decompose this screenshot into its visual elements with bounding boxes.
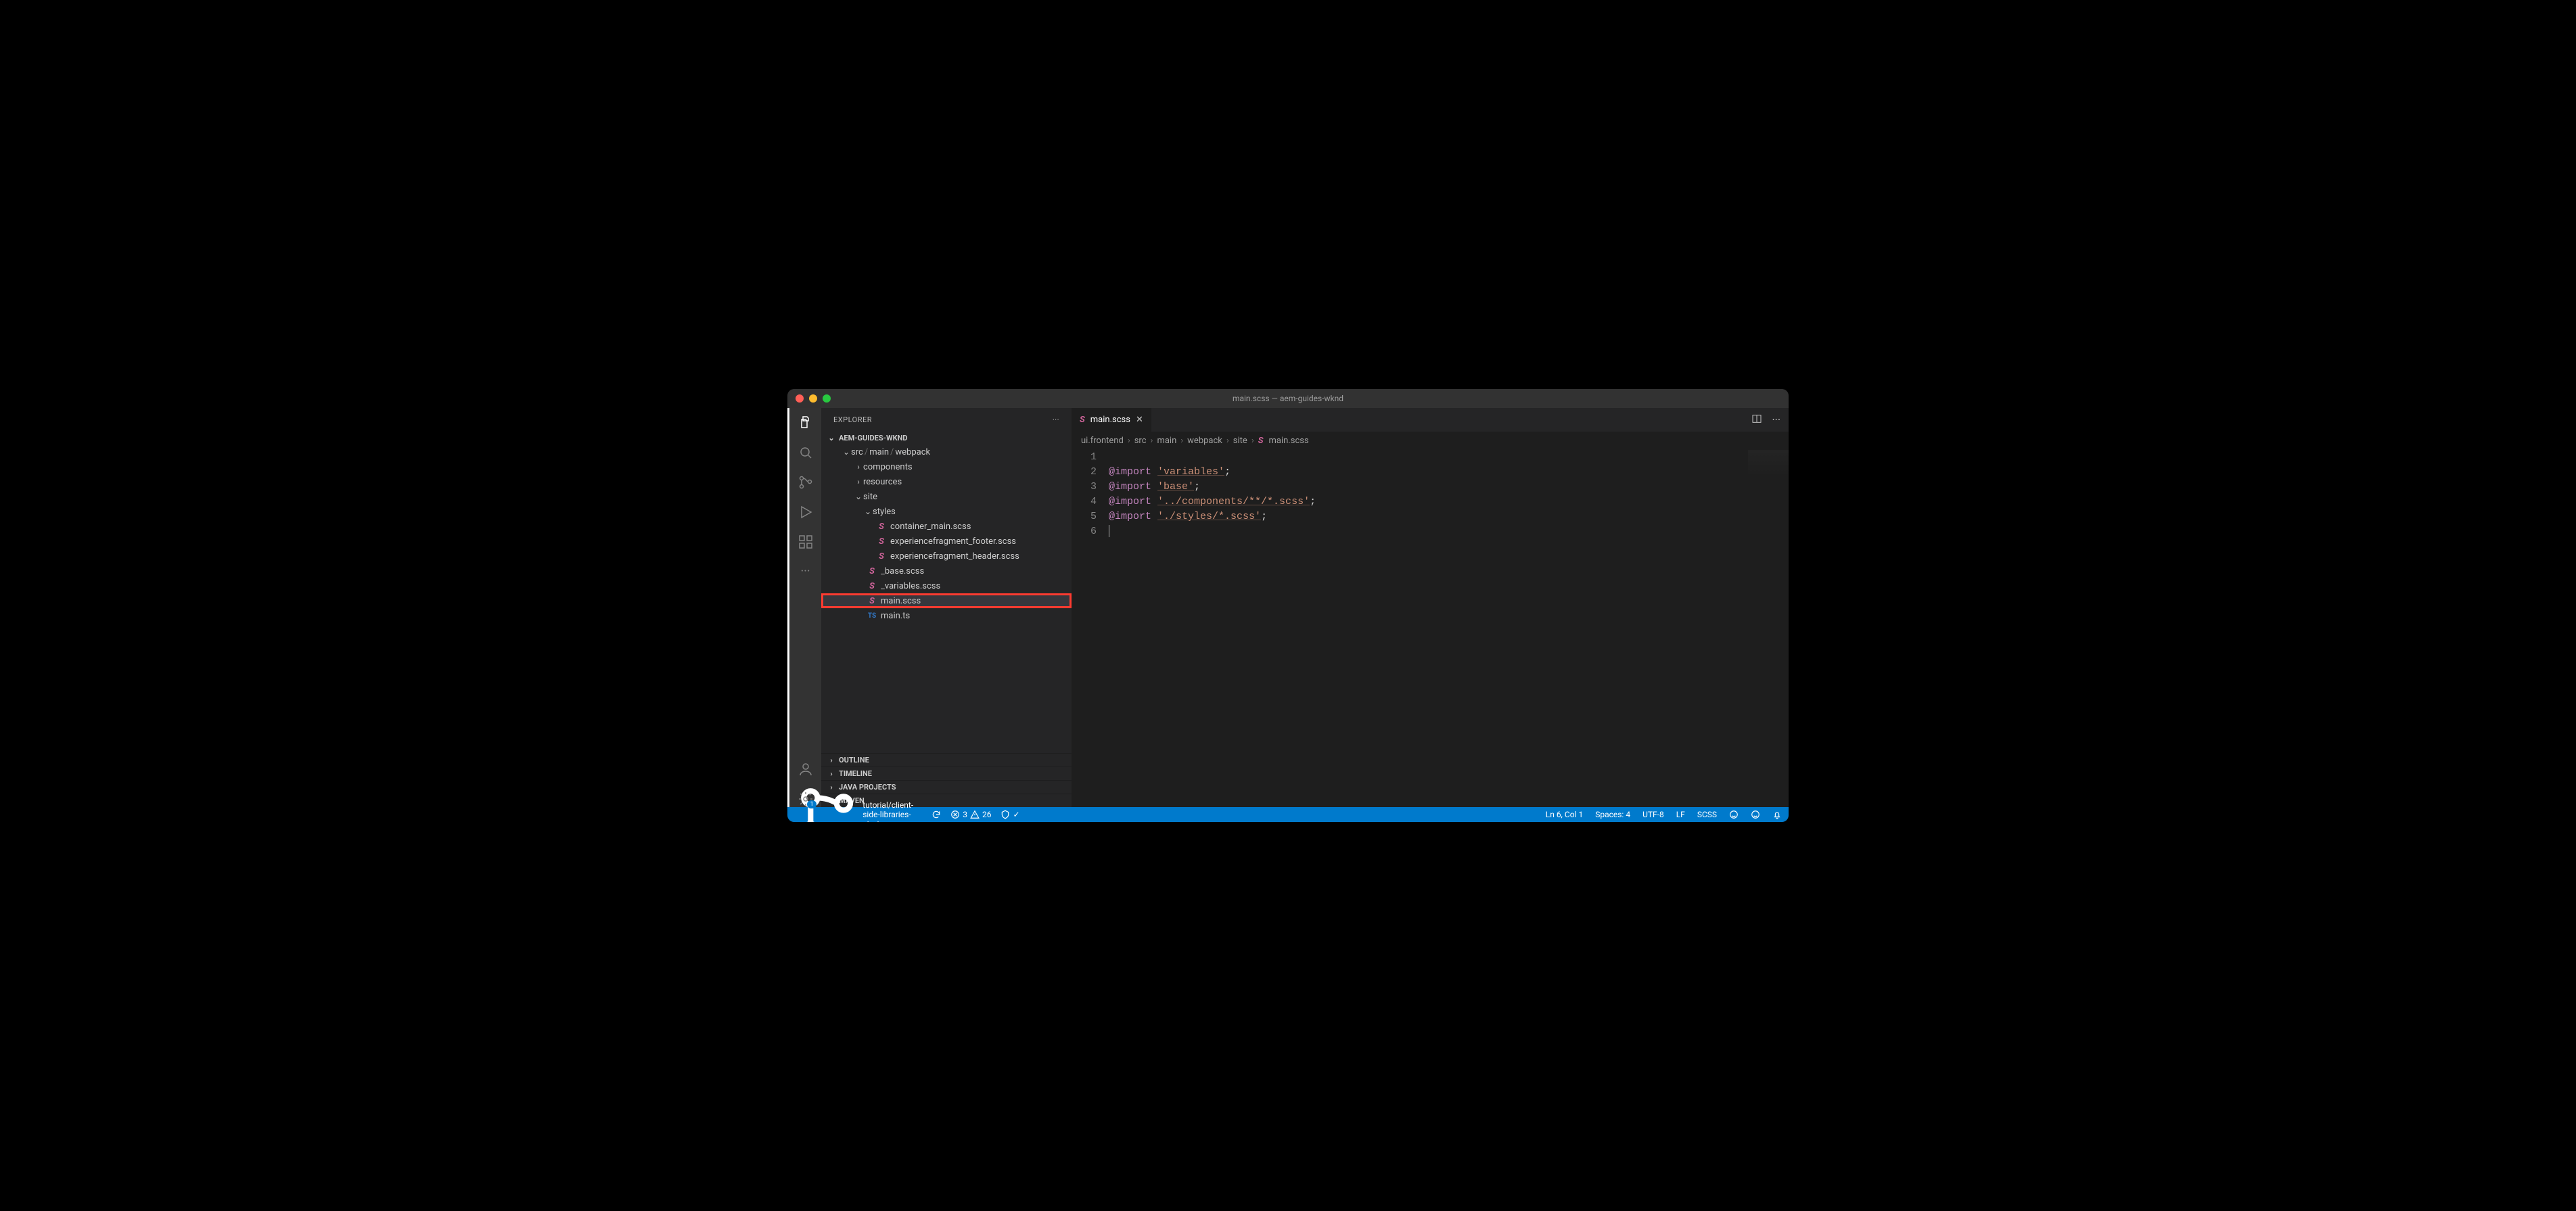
close-tab-icon[interactable]: ✕	[1136, 415, 1143, 425]
timeline-section[interactable]: ›TIMELINE	[821, 767, 1072, 780]
titlebar[interactable]: main.scss — aem-guides-wknd	[787, 389, 1789, 408]
outline-section[interactable]: ›OUTLINE	[821, 753, 1072, 767]
chevron-right-icon: ›	[854, 477, 863, 486]
scss-file-icon: S	[875, 522, 888, 532]
more-icon[interactable]: ···	[798, 564, 814, 580]
editor-tabs: S main.scss ✕ ···	[1072, 408, 1789, 432]
scss-file-icon: S	[866, 596, 878, 606]
eol-status[interactable]: LF	[1676, 810, 1685, 819]
code-editor[interactable]: 1 2 3 4 5 6 @import 'variables'; @import…	[1072, 450, 1789, 807]
project-name: AEM-GUIDES-WKND	[839, 434, 907, 442]
vscode-window: main.scss — aem-guides-wknd ···	[787, 389, 1789, 822]
project-section-header[interactable]: ⌄ AEM-GUIDES-WKND	[821, 432, 1072, 444]
status-bar: tutorial/client-side-libraries-start 3 2…	[787, 807, 1789, 822]
run-debug-icon[interactable]	[798, 504, 814, 520]
scss-file-icon: S	[866, 581, 878, 591]
tree-folder-components[interactable]: ›components	[821, 459, 1072, 474]
minimap[interactable]	[1748, 450, 1789, 477]
tree-file-expfrag-footer[interactable]: Sexperiencefragment_footer.scss	[821, 534, 1072, 549]
indentation-status[interactable]: Spaces: 4	[1595, 810, 1630, 819]
tab-label: main.scss	[1090, 415, 1130, 425]
scss-file-icon: S	[866, 566, 878, 576]
file-tree: ⌄ src/ main/ webpack ›components ›resour…	[821, 444, 1072, 753]
chevron-right-icon: ›	[827, 769, 836, 778]
scss-file-icon: S	[1258, 436, 1264, 446]
split-editor-icon[interactable]	[1751, 413, 1762, 427]
tree-file-expfrag-header[interactable]: Sexperiencefragment_header.scss	[821, 549, 1072, 564]
chevron-down-icon: ⌄	[863, 507, 873, 516]
tree-file-main-scss[interactable]: Smain.scss	[821, 593, 1072, 608]
code-content[interactable]: @import 'variables'; @import 'base'; @im…	[1109, 450, 1789, 807]
problems-status[interactable]: 3 26	[950, 810, 991, 819]
chevron-right-icon: ›	[854, 462, 863, 472]
editor-more-icon[interactable]: ···	[1772, 413, 1780, 426]
tree-folder-src-main-webpack[interactable]: ⌄ src/ main/ webpack	[821, 444, 1072, 459]
extensions-icon[interactable]	[798, 534, 814, 550]
notifications-bell-icon[interactable]	[1772, 810, 1782, 819]
window-title: main.scss — aem-guides-wknd	[787, 394, 1789, 403]
feedback-tweet-icon[interactable]	[1751, 810, 1760, 819]
tree-file-container-main[interactable]: Scontainer_main.scss	[821, 519, 1072, 534]
tree-file-base-scss[interactable]: S_base.scss	[821, 564, 1072, 578]
chevron-down-icon: ⌄	[842, 447, 851, 457]
sidebar: EXPLORER ··· ⌄ AEM-GUIDES-WKND ⌄ src/ ma…	[821, 408, 1072, 807]
tree-file-variables-scss[interactable]: S_variables.scss	[821, 578, 1072, 593]
editor-area: S main.scss ✕ ··· ui.frontend› src› main…	[1072, 408, 1789, 807]
line-number-gutter: 1 2 3 4 5 6	[1072, 450, 1109, 807]
ts-file-icon: TS	[866, 612, 878, 620]
tree-folder-resources[interactable]: ›resources	[821, 474, 1072, 489]
explorer-icon[interactable]	[798, 415, 814, 431]
manage-gear-icon[interactable]: 1	[798, 791, 814, 807]
language-mode-status[interactable]: SCSS	[1697, 810, 1717, 819]
chevron-down-icon: ⌄	[854, 492, 863, 501]
editor-actions: ···	[1751, 408, 1789, 432]
breadcrumb[interactable]: ui.frontend› src› main› webpack› site› S…	[1072, 432, 1789, 450]
scss-file-icon: S	[875, 536, 888, 547]
tree-file-main-ts[interactable]: TSmain.ts	[821, 608, 1072, 623]
trust-status[interactable]: ✓	[1001, 810, 1019, 819]
sidebar-header: EXPLORER ···	[821, 408, 1072, 432]
main-area: ··· 1 EXPLORER ··· ⌄ AEM-GUIDES-WKND ⌄	[787, 408, 1789, 807]
tab-main-scss[interactable]: S main.scss ✕	[1072, 408, 1151, 432]
tree-folder-site[interactable]: ⌄site	[821, 489, 1072, 504]
chevron-down-icon: ⌄	[827, 434, 836, 442]
activity-bar: ··· 1	[787, 408, 821, 807]
scss-file-icon: S	[875, 551, 888, 562]
scss-file-icon: S	[1080, 415, 1085, 425]
search-icon[interactable]	[798, 444, 814, 461]
tree-folder-styles[interactable]: ⌄styles	[821, 504, 1072, 519]
explorer-label: EXPLORER	[833, 415, 872, 424]
accounts-icon[interactable]	[798, 761, 814, 777]
feedback-smiley-icon[interactable]	[1729, 810, 1739, 819]
chevron-right-icon: ›	[827, 756, 836, 764]
encoding-status[interactable]: UTF-8	[1642, 810, 1664, 819]
cursor-position-status[interactable]: Ln 6, Col 1	[1546, 810, 1583, 819]
source-control-icon[interactable]	[798, 474, 814, 490]
sidebar-more-icon[interactable]: ···	[1053, 415, 1059, 424]
manage-badge: 1	[807, 800, 816, 808]
sync-status[interactable]	[932, 810, 941, 819]
